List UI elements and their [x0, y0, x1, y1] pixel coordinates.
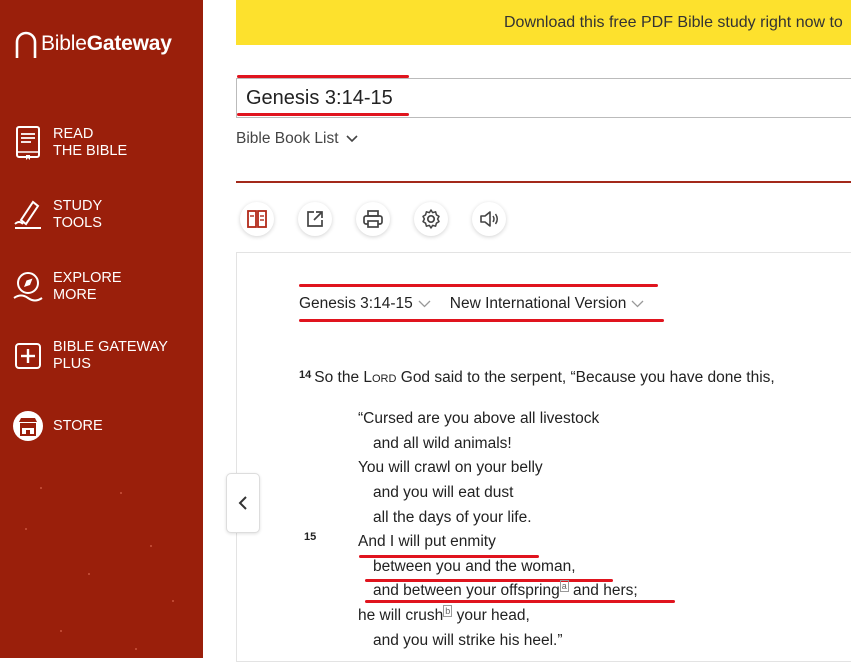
passage-search-input[interactable] [246, 87, 806, 110]
verse-14: 14 So the Lord God said to the serpent, “… [299, 369, 775, 387]
book-icon [12, 125, 44, 161]
logo-text: BibleGateway [41, 32, 172, 55]
chevron-left-icon [238, 496, 247, 510]
version-dropdown[interactable]: New International Version [450, 295, 645, 313]
annotation-underline [299, 319, 664, 322]
annotation-underline [237, 113, 409, 116]
passage-search-box[interactable] [236, 78, 851, 118]
collapse-sidebar-button[interactable] [226, 473, 260, 533]
footnote-link[interactable]: a [559, 580, 569, 592]
nav-label-line1: STUDY [53, 198, 103, 214]
verse-text: and hers; [568, 582, 638, 599]
audio-icon [480, 211, 498, 227]
poetry-line: “Cursed are you above all livestock [358, 410, 600, 427]
annotation-underline [299, 284, 658, 287]
annotation-underline [365, 600, 675, 603]
version-name: New International Version [449, 295, 627, 312]
bible-book-list-label: Bible Book List [236, 130, 339, 147]
nav-store[interactable]: STORE [12, 408, 103, 444]
print-icon [363, 210, 383, 228]
footnote-b[interactable]: b [443, 605, 453, 617]
nav-label-line2: THE BIBLE [53, 143, 128, 159]
nav-label-line2: MORE [53, 287, 97, 303]
poetry-line: he will crush b your head, [358, 605, 530, 625]
promo-banner[interactable]: Download this free PDF Bible study right… [236, 0, 851, 45]
settings-icon [422, 209, 440, 229]
biblegateway-logo[interactable]: BibleGateway [13, 28, 172, 60]
bible-book-list-dropdown[interactable]: Bible Book List [236, 130, 358, 148]
section-divider [236, 181, 851, 183]
share-icon [307, 211, 323, 227]
plus-box-icon [12, 338, 44, 374]
nav-label-line1: EXPLORE [53, 270, 122, 286]
poetry-line: between you and the woman, [373, 558, 576, 575]
poetry-line: and all wild animals! [373, 435, 512, 452]
verse-text: So the [314, 369, 364, 386]
verse-text: God said to the serpent, “Because you ha… [396, 369, 775, 386]
poetry-line: You will crawl on your belly [358, 459, 543, 476]
logo-mark-icon [15, 31, 37, 58]
lord-small-caps: Lord [363, 369, 397, 386]
nav-label-line1: BIBLE GATEWAY [53, 339, 168, 355]
verse-text: and between your offspring [373, 582, 560, 599]
poetry-line: and you will eat dust [373, 484, 514, 501]
compass-icon [12, 269, 44, 305]
passage-reference-dropdown[interactable]: Genesis 3:14-15 [299, 295, 431, 313]
verse-number: 15 [304, 531, 317, 543]
poetry-line: and you will strike his heel.” [373, 632, 563, 649]
chevron-down-icon [631, 300, 644, 308]
poetry-line: and between your offspring a and hers; [373, 580, 638, 600]
chevron-down-icon [418, 300, 431, 308]
audio-button[interactable] [472, 202, 506, 236]
passage-reference: Genesis 3:14-15 [299, 295, 413, 312]
footnote-a[interactable]: a [559, 580, 569, 592]
sidebar: BibleGateway READ THE BIBLE STUDY TOOLS EX… [0, 0, 203, 658]
share-button[interactable] [298, 202, 332, 236]
nav-label-line1: READ [53, 126, 94, 142]
nav-bible-gateway-plus[interactable]: BIBLE GATEWAY PLUS [12, 338, 168, 374]
nav-study-tools[interactable]: STUDY TOOLS [12, 197, 102, 233]
nav-label-line2: PLUS [53, 356, 91, 372]
store-icon [12, 408, 44, 444]
verse-text: he will crush [358, 607, 444, 624]
parallel-icon [247, 210, 267, 228]
nav-read-the-bible[interactable]: READ THE BIBLE [12, 125, 127, 161]
poetry-line: all the days of your life. [373, 509, 532, 526]
poetry-line: And I will put enmity [358, 533, 496, 550]
print-button[interactable] [356, 202, 390, 236]
settings-button[interactable] [414, 202, 448, 236]
nav-label-line2: TOOLS [53, 215, 102, 231]
verse-text: your head, [452, 607, 530, 624]
parallel-button[interactable] [240, 202, 274, 236]
footnote-link[interactable]: b [443, 605, 453, 617]
nav-label-line1: STORE [53, 417, 103, 434]
nav-explore-more[interactable]: EXPLORE MORE [12, 269, 122, 305]
chevron-down-icon [345, 135, 358, 143]
pen-icon [12, 197, 44, 233]
passage-header: Genesis 3:14-15 New International Versio… [299, 295, 644, 313]
verse-number: 14 [299, 369, 312, 381]
promo-banner-text: Download this free PDF Bible study right… [504, 14, 843, 31]
